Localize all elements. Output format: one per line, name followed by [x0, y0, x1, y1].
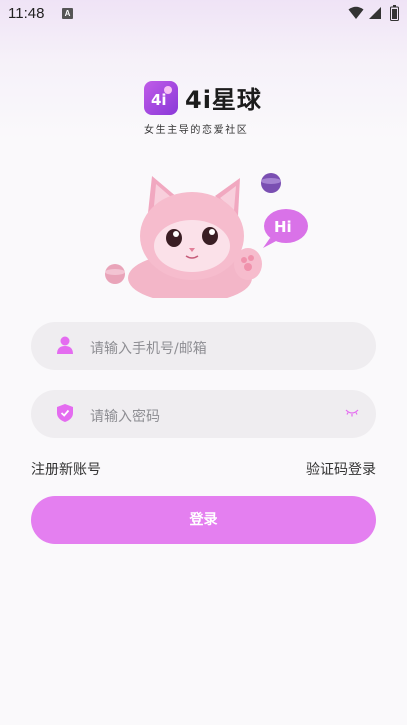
wifi-icon [348, 6, 364, 19]
phone-email-input[interactable]: 请输入手机号/邮箱 [31, 322, 376, 370]
password-placeholder: 请输入密码 [90, 409, 160, 425]
eye-closed-icon[interactable] [345, 408, 359, 418]
brand-name: 4i星球 [185, 86, 262, 114]
cat-mascot-illustration: Hi [100, 168, 315, 303]
register-link[interactable]: 注册新账号 [31, 459, 101, 479]
svg-text:4i: 4i [151, 91, 167, 109]
phone-email-placeholder: 请输入手机号/邮箱 [90, 341, 207, 357]
battery-icon [390, 5, 399, 21]
brand-slogan: 女生主导的恋爱社区 [144, 125, 249, 136]
status-bar: 11:48 A [0, 0, 407, 28]
signal-icon [369, 7, 381, 19]
user-icon [57, 336, 73, 354]
shield-check-icon [57, 404, 73, 422]
password-input[interactable]: 请输入密码 [31, 390, 376, 438]
sms-login-link[interactable]: 验证码登录 [306, 459, 376, 479]
speech-bubble-icon: Hi [263, 209, 308, 248]
logo-mark-icon: 4i [151, 86, 172, 109]
speech-bubble-text: Hi [274, 218, 292, 236]
notification-a-icon: A [62, 8, 73, 19]
status-time: 11:48 [8, 5, 45, 22]
login-button[interactable]: 登录 [31, 496, 376, 544]
app-logo: 4i [144, 81, 178, 115]
